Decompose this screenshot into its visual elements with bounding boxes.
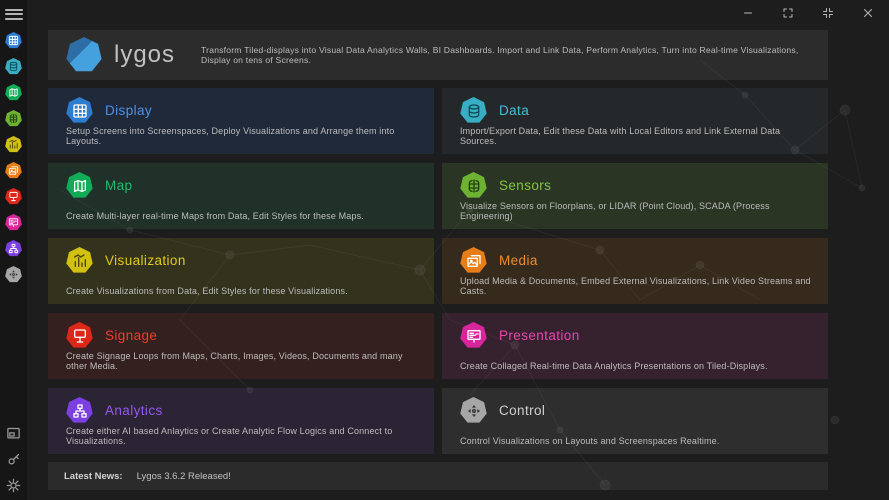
display-grid-icon [8,35,19,46]
module-card-header: Map [66,172,420,199]
presentation-board-icon [8,217,19,228]
module-card-header: Data [460,97,814,124]
sidebar-item-presentation[interactable] [5,214,22,231]
module-description: Create Visualizations from Data, Edit St… [66,286,348,296]
module-title: Presentation [499,328,580,343]
database-icon [8,61,19,72]
compress-icon [822,6,834,18]
module-card-header: Visualization [66,247,420,274]
display-grid-icon [66,97,93,123]
key-button[interactable] [5,451,22,468]
close-icon [862,6,874,18]
module-description: Visualize Sensors on Floorplans, or LIDA… [460,201,770,221]
sidebar-item-visualization[interactable] [5,136,22,153]
minimize-icon [742,6,754,18]
module-card-header: Presentation [460,322,814,349]
module-card-header: Media [460,247,814,274]
module-description: Setup Screens into Screenspaces, Deploy … [66,126,395,146]
module-card-header: Control [460,397,814,424]
compress-button[interactable] [815,2,841,22]
news-text: Lygos 3.6.2 Released! [136,470,231,482]
sidebar-item-map[interactable] [5,84,22,101]
database-icon [460,97,487,123]
module-description: Create Collaged Real-time Data Analytics… [460,361,768,371]
media-images-icon [460,247,487,273]
bar-chart-icon [8,139,19,150]
module-title: Map [105,178,133,193]
sidebar-item-analytics[interactable] [5,240,22,257]
module-card-header: Sensors [460,172,814,199]
module-card-signage[interactable]: Signage Create Signage Loops from Maps, … [48,313,434,379]
module-title: Control [499,403,546,418]
signpost-icon [66,322,93,348]
preview-window-button[interactable] [5,425,22,442]
module-title: Data [499,103,530,118]
module-card-presentation[interactable]: Presentation Create Collaged Real-time D… [442,313,828,379]
lygos-logo-icon [66,37,102,72]
news-label: Latest News: [64,470,123,482]
module-card-header: Display [66,97,420,124]
media-images-icon [8,165,19,176]
sensors-icon [460,172,487,198]
module-card-control[interactable]: Control Control Visualizations on Layout… [442,388,828,454]
bar-chart-icon [66,247,93,273]
signpost-icon [8,191,19,202]
news-bar: Latest News: Lygos 3.6.2 Released! [48,462,828,490]
module-title: Display [105,103,153,118]
module-title: Analytics [105,403,163,418]
module-card-display[interactable]: Display Setup Screens into Screenspaces,… [48,88,434,154]
settings-button[interactable] [5,477,22,494]
sidebar-item-media[interactable] [5,162,22,179]
window-titlebar [27,0,889,24]
dpad-icon [8,269,19,280]
module-title: Visualization [105,253,186,268]
minimize-button[interactable] [735,2,761,22]
sidebar-item-data[interactable] [5,58,22,75]
sidebar-module-list [5,32,22,283]
sensors-icon [8,113,19,124]
dpad-icon [460,397,487,423]
module-description: Create Signage Loops from Maps, Charts, … [66,351,403,371]
sidebar-item-display[interactable] [5,32,22,49]
main-content: lygos Transform Tiled-displays into Visu… [48,30,828,490]
map-icon [8,87,19,98]
module-grid: Display Setup Screens into Screenspaces,… [48,88,828,454]
module-card-visualization[interactable]: Visualization Create Visualizations from… [48,238,434,304]
sidebar-item-signage[interactable] [5,188,22,205]
module-description: Import/Export Data, Edit these Data with… [460,126,781,146]
fullscreen-icon [782,6,794,18]
module-description: Upload Media & Documents, Embed External… [460,276,811,296]
module-title: Media [499,253,538,268]
module-title: Sensors [499,178,552,193]
module-card-analytics[interactable]: Analytics Create either AI based Anlayti… [48,388,434,454]
brand-tagline: Transform Tiled-displays into Visual Dat… [201,45,799,65]
preview-window-icon [6,426,21,441]
module-card-header: Signage [66,322,420,349]
sidebar-bottom-tools [5,425,22,494]
key-icon [6,452,21,467]
sidebar [0,0,27,500]
sidebar-item-sensors[interactable] [5,110,22,127]
gear-icon [6,478,21,493]
module-description: Control Visualizations on Layouts and Sc… [460,436,720,446]
sidebar-item-control[interactable] [5,266,22,283]
module-description: Create either AI based Anlaytics or Crea… [66,426,393,446]
presentation-board-icon [460,322,487,348]
brand-header: lygos Transform Tiled-displays into Visu… [48,30,828,80]
close-button[interactable] [855,2,881,22]
module-description: Create Multi-layer real-time Maps from D… [66,211,364,221]
module-card-map[interactable]: Map Create Multi-layer real-time Maps fr… [48,163,434,229]
flow-chart-icon [66,397,93,423]
module-card-media[interactable]: Media Upload Media & Documents, Embed Ex… [442,238,828,304]
module-card-sensors[interactable]: Sensors Visualize Sensors on Floorplans,… [442,163,828,229]
brand-name: lygos [114,41,176,68]
flow-chart-icon [8,243,19,254]
hamburger-icon[interactable] [4,6,23,22]
module-title: Signage [105,328,158,343]
module-card-data[interactable]: Data Import/Export Data, Edit these Data… [442,88,828,154]
module-card-header: Analytics [66,397,420,424]
map-icon [66,172,93,198]
fullscreen-button[interactable] [775,2,801,22]
